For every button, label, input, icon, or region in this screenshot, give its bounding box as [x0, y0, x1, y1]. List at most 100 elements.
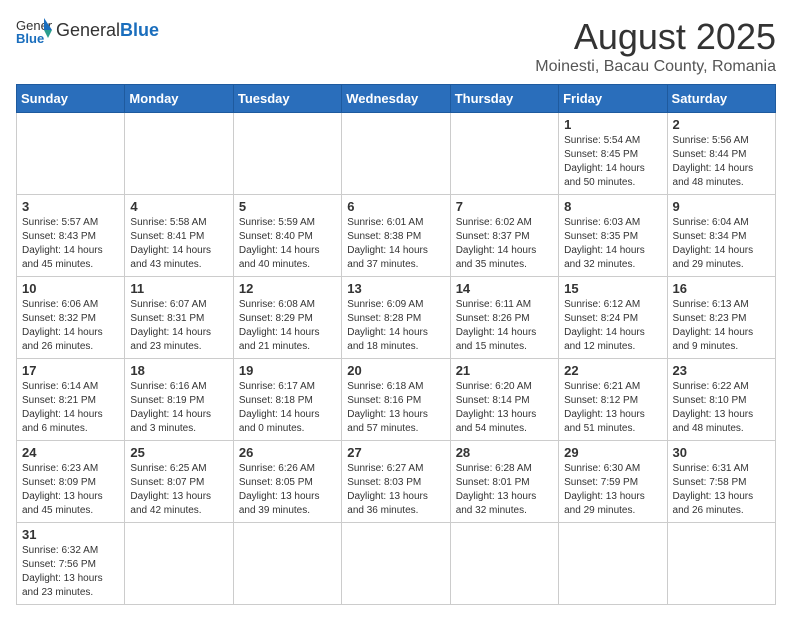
calendar-cell [125, 113, 233, 195]
calendar-cell: 19 Sunrise: 6:17 AM Sunset: 8:18 PM Dayli… [233, 359, 341, 441]
day-number: 31 [22, 527, 119, 542]
calendar-body: 1 Sunrise: 5:54 AM Sunset: 8:45 PM Daylig… [17, 113, 776, 605]
day-number: 30 [673, 445, 770, 460]
day-info: Sunrise: 6:32 AM Sunset: 7:56 PM Dayligh… [22, 544, 119, 600]
calendar-cell: 31 Sunrise: 6:32 AM Sunset: 7:56 PM Dayli… [17, 523, 125, 605]
calendar-cell: 27 Sunrise: 6:27 AM Sunset: 8:03 PM Dayli… [342, 441, 450, 523]
calendar-cell [450, 113, 558, 195]
calendar-cell [342, 523, 450, 605]
calendar-cell: 14 Sunrise: 6:11 AM Sunset: 8:26 PM Dayli… [450, 277, 558, 359]
day-info: Sunrise: 5:57 AM Sunset: 8:43 PM Dayligh… [22, 216, 119, 272]
calendar-title: August 2025 [535, 16, 776, 58]
day-number: 10 [22, 281, 119, 296]
calendar-cell: 1 Sunrise: 5:54 AM Sunset: 8:45 PM Daylig… [559, 113, 667, 195]
calendar-cell: 3 Sunrise: 5:57 AM Sunset: 8:43 PM Daylig… [17, 195, 125, 277]
weekday-header-row: SundayMondayTuesdayWednesdayThursdayFrid… [17, 85, 776, 113]
day-number: 14 [456, 281, 553, 296]
day-info: Sunrise: 6:27 AM Sunset: 8:03 PM Dayligh… [347, 462, 444, 518]
day-info: Sunrise: 6:08 AM Sunset: 8:29 PM Dayligh… [239, 298, 336, 354]
calendar-cell: 23Sunrise: 6:22 AM Sunset: 8:10 PM Dayli… [667, 359, 775, 441]
day-number: 18 [130, 363, 227, 378]
calendar-cell: 18Sunrise: 6:16 AM Sunset: 8:19 PM Dayli… [125, 359, 233, 441]
calendar-cell: 10Sunrise: 6:06 AM Sunset: 8:32 PM Dayli… [17, 277, 125, 359]
calendar-cell: 2Sunrise: 5:56 AM Sunset: 8:44 PM Daylig… [667, 113, 775, 195]
day-number: 1 [564, 117, 661, 132]
day-info: Sunrise: 6:09 AM Sunset: 8:28 PM Dayligh… [347, 298, 444, 354]
svg-text:Blue: Blue [16, 31, 44, 44]
day-info: Sunrise: 6:21 AM Sunset: 8:12 PM Dayligh… [564, 380, 661, 436]
day-number: 16 [673, 281, 770, 296]
calendar-cell: 29Sunrise: 6:30 AM Sunset: 7:59 PM Dayli… [559, 441, 667, 523]
calendar-cell: 17 Sunrise: 6:14 AM Sunset: 8:21 PM Dayli… [17, 359, 125, 441]
calendar-cell [233, 523, 341, 605]
day-info: Sunrise: 6:11 AM Sunset: 8:26 PM Dayligh… [456, 298, 553, 354]
day-info: Sunrise: 6:30 AM Sunset: 7:59 PM Dayligh… [564, 462, 661, 518]
day-number: 19 [239, 363, 336, 378]
day-info: Sunrise: 6:13 AM Sunset: 8:23 PM Dayligh… [673, 298, 770, 354]
day-number: 28 [456, 445, 553, 460]
day-info: Sunrise: 6:03 AM Sunset: 8:35 PM Dayligh… [564, 216, 661, 272]
logo-text: GeneralBlue [56, 20, 159, 41]
calendar-cell: 13Sunrise: 6:09 AM Sunset: 8:28 PM Dayli… [342, 277, 450, 359]
calendar-cell: 16 Sunrise: 6:13 AM Sunset: 8:23 PM Dayli… [667, 277, 775, 359]
calendar-cell [233, 113, 341, 195]
day-number: 24 [22, 445, 119, 460]
day-info: Sunrise: 6:12 AM Sunset: 8:24 PM Dayligh… [564, 298, 661, 354]
page-header: General Blue GeneralBlue August 2025 Moi… [16, 16, 776, 76]
day-info: Sunrise: 6:14 AM Sunset: 8:21 PM Dayligh… [22, 380, 119, 436]
day-info: Sunrise: 6:17 AM Sunset: 8:18 PM Dayligh… [239, 380, 336, 436]
calendar-cell [125, 523, 233, 605]
calendar-table: SundayMondayTuesdayWednesdayThursdayFrid… [16, 84, 776, 605]
calendar-week-row: 24 Sunrise: 6:23 AM Sunset: 8:09 PM Dayli… [17, 441, 776, 523]
day-info: Sunrise: 6:20 AM Sunset: 8:14 PM Dayligh… [456, 380, 553, 436]
day-number: 2 [673, 117, 770, 132]
day-info: Sunrise: 6:22 AM Sunset: 8:10 PM Dayligh… [673, 380, 770, 436]
calendar-cell: 24 Sunrise: 6:23 AM Sunset: 8:09 PM Dayli… [17, 441, 125, 523]
weekday-header-tuesday: Tuesday [233, 85, 341, 113]
day-number: 4 [130, 199, 227, 214]
calendar-cell [667, 523, 775, 605]
calendar-cell: 20Sunrise: 6:18 AM Sunset: 8:16 PM Dayli… [342, 359, 450, 441]
calendar-cell: 25 Sunrise: 6:25 AM Sunset: 8:07 PM Dayli… [125, 441, 233, 523]
calendar-cell: 5Sunrise: 5:59 AM Sunset: 8:40 PM Daylig… [233, 195, 341, 277]
day-number: 26 [239, 445, 336, 460]
day-info: Sunrise: 5:54 AM Sunset: 8:45 PM Dayligh… [564, 134, 661, 190]
calendar-cell: 28Sunrise: 6:28 AM Sunset: 8:01 PM Dayli… [450, 441, 558, 523]
calendar-cell [559, 523, 667, 605]
day-info: Sunrise: 6:31 AM Sunset: 7:58 PM Dayligh… [673, 462, 770, 518]
calendar-cell: 15 Sunrise: 6:12 AM Sunset: 8:24 PM Dayli… [559, 277, 667, 359]
logo-icon: General Blue [16, 16, 52, 44]
day-number: 15 [564, 281, 661, 296]
day-number: 8 [564, 199, 661, 214]
day-info: Sunrise: 6:04 AM Sunset: 8:34 PM Dayligh… [673, 216, 770, 272]
day-number: 27 [347, 445, 444, 460]
day-number: 17 [22, 363, 119, 378]
day-number: 25 [130, 445, 227, 460]
day-number: 6 [347, 199, 444, 214]
day-info: Sunrise: 5:59 AM Sunset: 8:40 PM Dayligh… [239, 216, 336, 272]
weekday-header-wednesday: Wednesday [342, 85, 450, 113]
calendar-cell: 8 Sunrise: 6:03 AM Sunset: 8:35 PM Daylig… [559, 195, 667, 277]
calendar-cell: 9Sunrise: 6:04 AM Sunset: 8:34 PM Daylig… [667, 195, 775, 277]
logo: General Blue GeneralBlue [16, 16, 159, 44]
weekday-header-monday: Monday [125, 85, 233, 113]
day-info: Sunrise: 6:25 AM Sunset: 8:07 PM Dayligh… [130, 462, 227, 518]
calendar-cell: 22 Sunrise: 6:21 AM Sunset: 8:12 PM Dayli… [559, 359, 667, 441]
day-number: 3 [22, 199, 119, 214]
calendar-subtitle: Moinesti, Bacau County, Romania [535, 58, 776, 76]
calendar-cell: 21Sunrise: 6:20 AM Sunset: 8:14 PM Dayli… [450, 359, 558, 441]
calendar-cell: 4 Sunrise: 5:58 AM Sunset: 8:41 PM Daylig… [125, 195, 233, 277]
title-section: August 2025 Moinesti, Bacau County, Roma… [535, 16, 776, 76]
calendar-header: SundayMondayTuesdayWednesdayThursdayFrid… [17, 85, 776, 113]
calendar-week-row: 3 Sunrise: 5:57 AM Sunset: 8:43 PM Daylig… [17, 195, 776, 277]
calendar-cell [17, 113, 125, 195]
calendar-cell: 6Sunrise: 6:01 AM Sunset: 8:38 PM Daylig… [342, 195, 450, 277]
day-number: 12 [239, 281, 336, 296]
calendar-cell: 12 Sunrise: 6:08 AM Sunset: 8:29 PM Dayli… [233, 277, 341, 359]
day-info: Sunrise: 5:58 AM Sunset: 8:41 PM Dayligh… [130, 216, 227, 272]
calendar-cell [342, 113, 450, 195]
day-info: Sunrise: 6:23 AM Sunset: 8:09 PM Dayligh… [22, 462, 119, 518]
day-info: Sunrise: 6:18 AM Sunset: 8:16 PM Dayligh… [347, 380, 444, 436]
day-number: 22 [564, 363, 661, 378]
calendar-cell [450, 523, 558, 605]
